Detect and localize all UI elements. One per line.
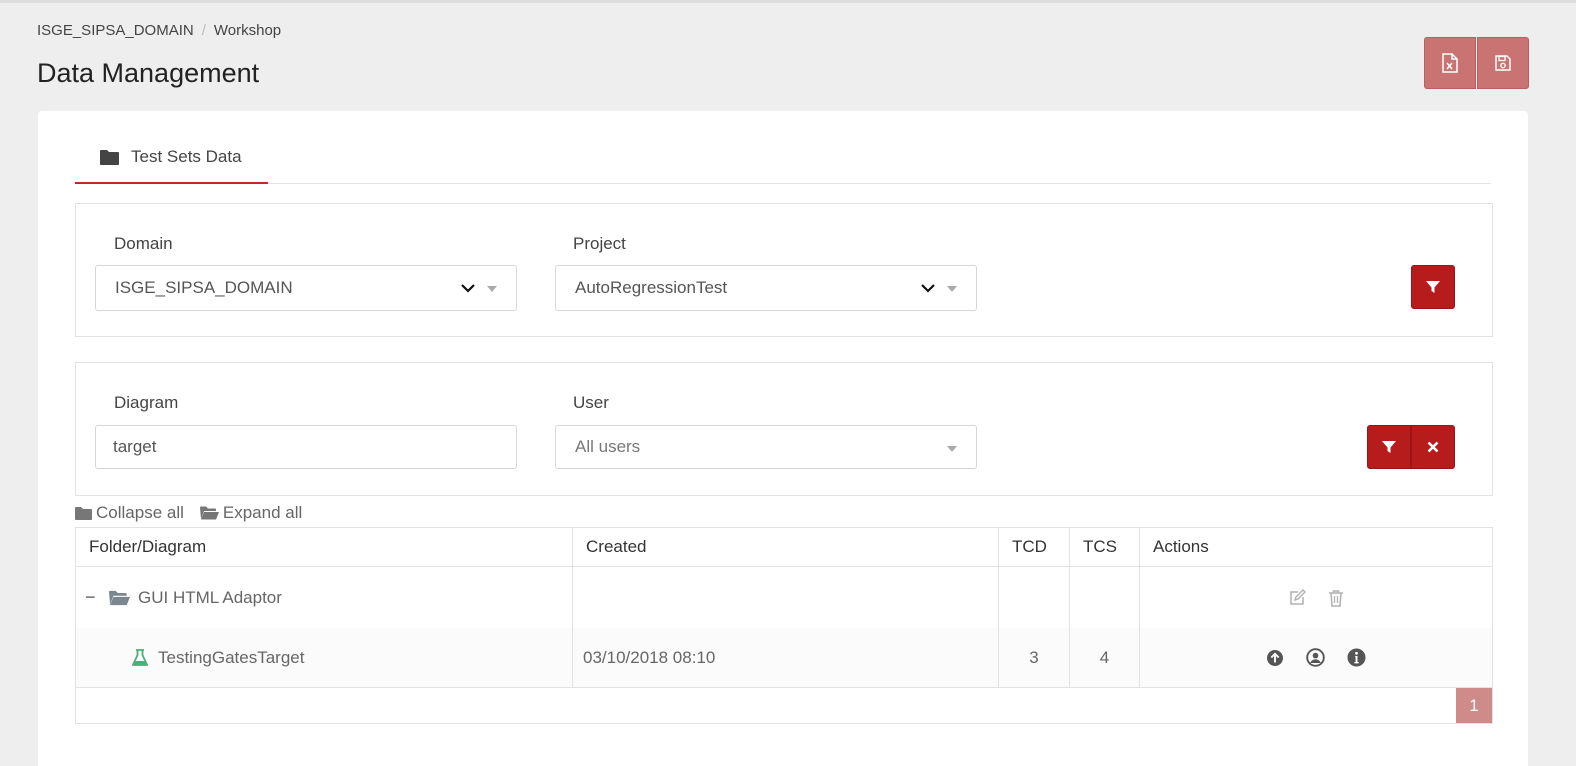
user-label: User [573, 393, 609, 412]
caret-down-icon [487, 286, 497, 292]
row-actions-cell [1140, 628, 1492, 687]
tcs-cell: 4 [1070, 628, 1140, 687]
chevron-down-icon [461, 284, 475, 293]
diagram-input[interactable] [95, 425, 517, 469]
pagination-page-1[interactable]: 1 [1456, 688, 1492, 723]
apply-diagram-filter-button[interactable] [1367, 425, 1411, 469]
save-button[interactable] [1477, 37, 1529, 89]
user-circle-icon[interactable] [1306, 648, 1325, 667]
project-select[interactable]: AutoRegressionTest [555, 265, 977, 311]
created-cell: 03/10/2018 08:10 [573, 628, 999, 687]
folder-icon [75, 507, 92, 520]
edit-icon[interactable] [1288, 588, 1306, 607]
caret-down-icon [947, 446, 957, 452]
top-border [0, 0, 1576, 3]
breadcrumb-current: Workshop [213, 22, 282, 39]
tab-test-sets-data[interactable]: Test Sets Data [75, 131, 268, 184]
apply-project-filter-button[interactable] [1411, 265, 1455, 309]
domain-label: Domain [114, 234, 173, 253]
project-select-value: AutoRegressionTest [575, 278, 728, 297]
folder-open-icon [199, 506, 219, 520]
chevron-down-icon [921, 284, 935, 293]
collapse-all-button[interactable]: Collapse all [75, 503, 184, 523]
folder-created-cell [573, 567, 999, 628]
tree-controls: Collapse all Expand all [75, 503, 318, 523]
flask-icon [132, 648, 148, 666]
folder-icon [100, 149, 119, 165]
table-header-row: Folder/Diagram Created TCD TCS Actions [76, 528, 1492, 567]
collapse-toggle[interactable]: − [85, 587, 105, 608]
folder-name-cell: − GUI HTML Adaptor [76, 567, 573, 628]
tcd-cell: 3 [999, 628, 1070, 687]
column-header-actions: Actions [1153, 537, 1209, 556]
column-header-tcd[interactable]: TCD [999, 528, 1070, 566]
expand-all-label: Expand all [222, 503, 303, 522]
filter-icon [1382, 441, 1396, 453]
filter-icon [1426, 281, 1440, 293]
tree-table: Folder/Diagram Created TCD TCS Actions −… [75, 527, 1493, 724]
expand-all-button[interactable]: Expand all [199, 503, 303, 523]
folder-tcs-cell [1070, 567, 1140, 628]
table-row-folder[interactable]: − GUI HTML Adaptor [76, 567, 1492, 628]
diagram-name[interactable]: TestingGatesTarget [158, 648, 304, 668]
user-select[interactable]: All users [555, 425, 977, 469]
user-select-placeholder: All users [575, 437, 641, 456]
diagram-name-cell: TestingGatesTarget [76, 628, 573, 687]
breadcrumb-separator: / [201, 22, 206, 39]
breadcrumb: ISGE_SIPSA_DOMAIN / Workshop [37, 22, 281, 39]
info-circle-icon[interactable] [1347, 648, 1366, 667]
folder-name: GUI HTML Adaptor [138, 587, 282, 607]
header-actions [1424, 37, 1529, 89]
breadcrumb-domain-link[interactable]: ISGE_SIPSA_DOMAIN [37, 22, 194, 39]
project-label: Project [573, 234, 626, 253]
folder-tcd-cell [999, 567, 1070, 628]
tab-label: Test Sets Data [131, 146, 242, 166]
project-filter-panel: Domain ISGE_SIPSA_DOMAIN Project AutoReg… [75, 203, 1493, 337]
table-row[interactable]: TestingGatesTarget 03/10/2018 08:10 3 4 [76, 628, 1492, 688]
column-header-folder-diagram[interactable]: Folder/Diagram [76, 528, 573, 566]
column-header-created[interactable]: Created [573, 528, 999, 566]
collapse-all-label: Collapse all [96, 503, 184, 522]
domain-select-value: ISGE_SIPSA_DOMAIN [115, 278, 293, 297]
tab-bar: Test Sets Data [75, 131, 1491, 184]
save-icon [1495, 55, 1511, 71]
caret-down-icon [947, 286, 957, 292]
clear-filter-button[interactable] [1411, 425, 1455, 469]
column-header-tcs[interactable]: TCS [1070, 528, 1140, 566]
page-title: Data Management [37, 58, 260, 88]
upload-circle-icon[interactable] [1266, 649, 1284, 667]
domain-select[interactable]: ISGE_SIPSA_DOMAIN [95, 265, 517, 311]
diagram-filter-panel: Diagram User All users [75, 362, 1493, 496]
folder-open-icon [109, 590, 130, 605]
folder-actions-cell [1140, 567, 1492, 628]
main-card: Test Sets Data Domain ISGE_SIPSA_DOMAIN … [38, 111, 1528, 766]
diagram-label: Diagram [114, 393, 179, 412]
trash-icon[interactable] [1328, 589, 1344, 607]
export-excel-button[interactable] [1424, 37, 1476, 89]
close-icon [1427, 441, 1439, 453]
excel-file-icon [1442, 53, 1458, 73]
